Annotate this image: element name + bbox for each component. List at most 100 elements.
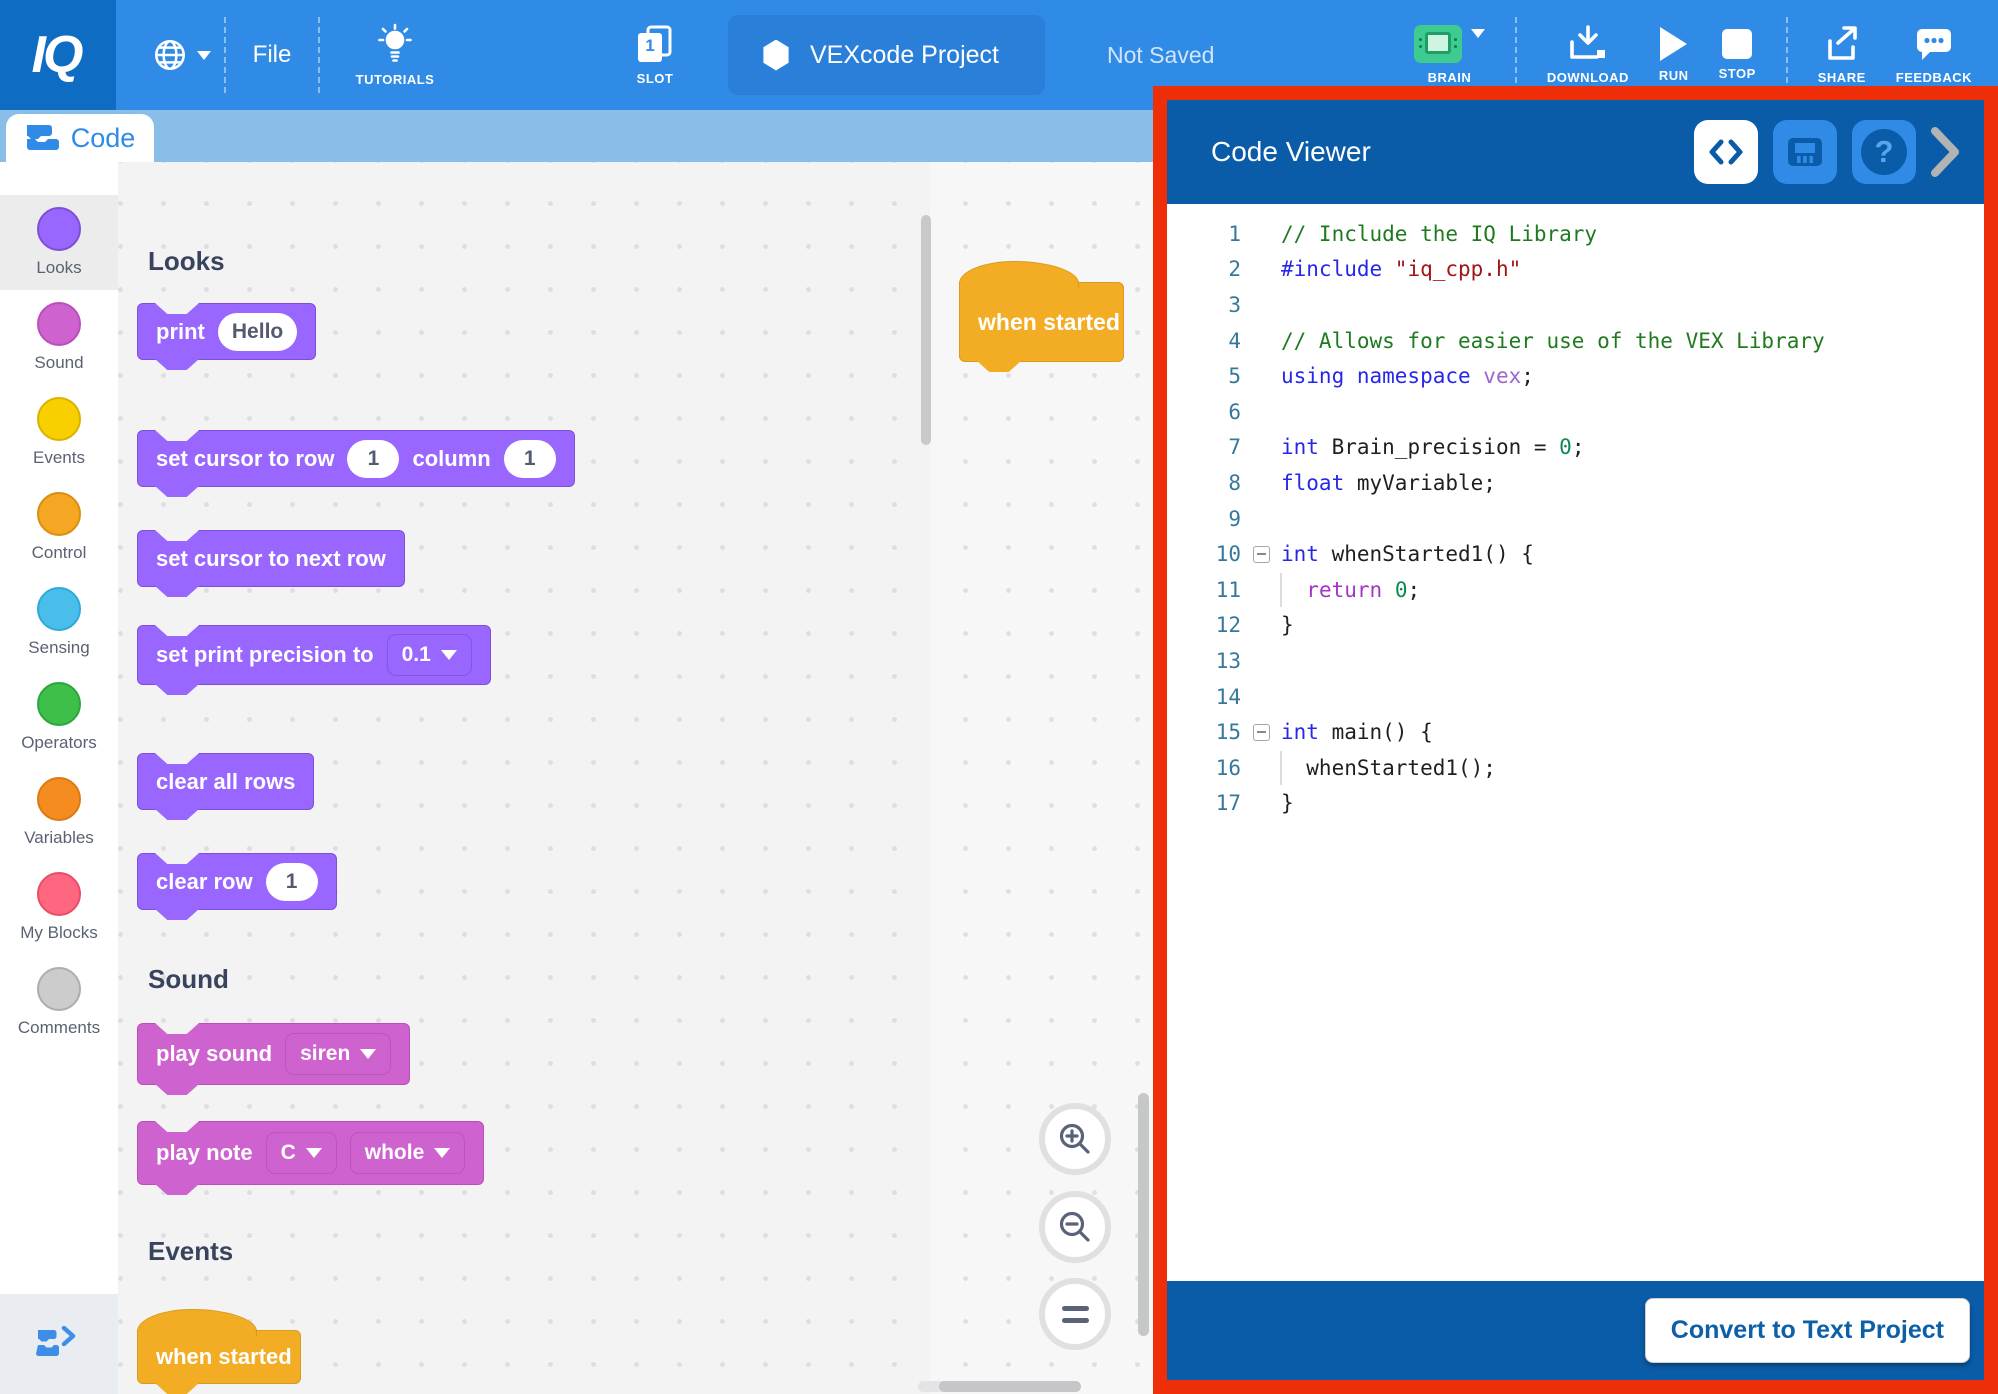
tutorials-button[interactable]: TUTORIALS [320, 23, 470, 87]
precision-dropdown[interactable]: 0.1 [387, 634, 472, 676]
block-label: play note [156, 1140, 253, 1166]
code-line: 5using namespace vex; [1167, 358, 1984, 394]
download-button[interactable]: DOWNLOAD [1547, 25, 1629, 85]
run-button[interactable]: RUN [1659, 27, 1689, 83]
sidebar-item-control[interactable]: Control [0, 480, 118, 575]
fold-marker-icon[interactable] [1253, 546, 1270, 563]
save-status: Not Saved [1107, 42, 1214, 69]
sidebar-item-my-blocks[interactable]: My Blocks [0, 860, 118, 955]
category-color-dot [37, 777, 81, 821]
workspace-vertical-scrollbar[interactable] [1138, 1093, 1149, 1336]
block-label: clear all rows [156, 769, 295, 795]
block-label: when started [156, 1344, 292, 1370]
category-sidebar: LooksSound Events ControlSensingOperatorsV… [0, 162, 118, 1394]
toolbar-separator [1515, 17, 1517, 93]
caret-down-icon [441, 650, 457, 660]
caret-down-icon [360, 1049, 376, 1059]
code-editor[interactable]: 1// Include the IQ Library2#include "iq_… [1167, 204, 1984, 1281]
category-color-dot [37, 967, 81, 1011]
help-button[interactable]: ? [1852, 120, 1916, 184]
line-number: 1 [1167, 222, 1241, 246]
sidebar-item-operators[interactable]: Operators [0, 670, 118, 765]
code-line-text: } [1281, 613, 1294, 637]
code-line: 12} [1167, 608, 1984, 644]
sidebar-item-variables[interactable]: Variables [0, 765, 118, 860]
block-set-print-precision[interactable]: set print precision to 0.1 [137, 625, 491, 685]
duration-dropdown[interactable]: whole [350, 1132, 466, 1174]
zoom-reset-button[interactable] [1039, 1278, 1111, 1350]
section-heading-sound: Sound [148, 964, 229, 995]
sidebar-item-sound[interactable]: Sound [0, 290, 118, 385]
fold-marker-icon[interactable] [1253, 724, 1270, 741]
sidebar-item-events[interactable]: Events [0, 385, 118, 480]
block-when-started[interactable]: when started [137, 1330, 301, 1384]
code-line-text: // Include the IQ Library [1281, 222, 1597, 246]
category-color-dot [37, 872, 81, 916]
block-clear-row[interactable]: clear row 1 [137, 853, 337, 910]
category-color-dot [37, 302, 81, 346]
print-value-input[interactable]: Hello [218, 313, 297, 351]
code-view-button[interactable] [1694, 120, 1758, 184]
palette-collapse-button[interactable] [0, 1294, 118, 1394]
file-menu-button[interactable]: File [226, 41, 318, 69]
block-print[interactable]: print Hello [137, 303, 316, 360]
download-label: DOWNLOAD [1547, 70, 1629, 85]
clear-row-value-input[interactable]: 1 [266, 863, 318, 901]
category-label: Events [33, 448, 85, 468]
block-set-cursor-row-column[interactable]: set cursor to row 1 column 1 [137, 430, 575, 487]
iq-logo: IQ [0, 0, 116, 110]
block-clear-all-rows[interactable]: clear all rows [137, 753, 314, 810]
chevron-down-icon [1471, 29, 1485, 38]
block-label: print [156, 319, 205, 345]
line-number: 10 [1167, 542, 1241, 566]
device-view-button[interactable] [1773, 120, 1837, 184]
column-value-input[interactable]: 1 [504, 440, 556, 478]
toolbar-separator [1786, 17, 1788, 93]
canvas-when-started-block[interactable]: when started [959, 282, 1124, 362]
sound-value: siren [300, 1042, 350, 1066]
palette-scrollbar[interactable] [921, 215, 931, 445]
sidebar-item-sensing[interactable]: Sensing [0, 575, 118, 670]
chevron-right-icon [1930, 126, 1960, 178]
zoom-out-button[interactable] [1039, 1191, 1111, 1263]
block-set-cursor-next-row[interactable]: set cursor to next row [137, 530, 405, 587]
code-line: 3 [1167, 287, 1984, 323]
workspace-horizontal-scrollbar[interactable] [939, 1381, 1081, 1392]
convert-to-text-button[interactable]: Convert to Text Project [1645, 1298, 1970, 1363]
sidebar-item-comments[interactable]: Comments [0, 955, 118, 1050]
sound-dropdown[interactable]: siren [285, 1033, 391, 1075]
language-button[interactable] [138, 36, 224, 74]
zoom-in-button[interactable] [1039, 1103, 1111, 1175]
code-line: 8float myVariable; [1167, 465, 1984, 501]
code-line: 9 [1167, 501, 1984, 537]
feedback-button[interactable]: FEEDBACK [1896, 25, 1972, 85]
line-number: 12 [1167, 613, 1241, 637]
block-play-note[interactable]: play note C whole [137, 1121, 484, 1185]
run-label: RUN [1659, 68, 1689, 83]
slot-button[interactable]: 1 SLOT [610, 24, 700, 86]
row-value-input[interactable]: 1 [347, 440, 399, 478]
stop-button[interactable]: STOP [1719, 29, 1756, 81]
brain-button[interactable]: BRAIN [1414, 25, 1485, 85]
share-button[interactable]: SHARE [1818, 25, 1866, 85]
tab-code[interactable]: Code [6, 114, 154, 162]
code-brackets-icon [1708, 137, 1744, 167]
line-number: 3 [1167, 293, 1241, 317]
duration-value: whole [365, 1141, 425, 1165]
block-play-sound[interactable]: play sound siren [137, 1023, 410, 1085]
project-title-button[interactable]: VEXcode Project [728, 15, 1045, 95]
code-line: 6 [1167, 394, 1984, 430]
code-line-text: #include "iq_cpp.h" [1281, 257, 1521, 281]
category-color-dot [37, 682, 81, 726]
section-heading-looks: Looks [148, 246, 225, 277]
workspace-canvas[interactable]: when started [930, 162, 1153, 1394]
line-number: 6 [1167, 400, 1241, 424]
collapse-panel-button[interactable] [1930, 126, 1960, 178]
note-dropdown[interactable]: C [266, 1132, 337, 1174]
code-line-text: } [1281, 791, 1294, 815]
stop-icon [1722, 29, 1752, 59]
section-heading-events: Events [148, 1236, 233, 1267]
feedback-icon [1913, 25, 1955, 63]
sidebar-item-looks[interactable]: Looks [0, 195, 118, 290]
line-number: 14 [1167, 685, 1241, 709]
